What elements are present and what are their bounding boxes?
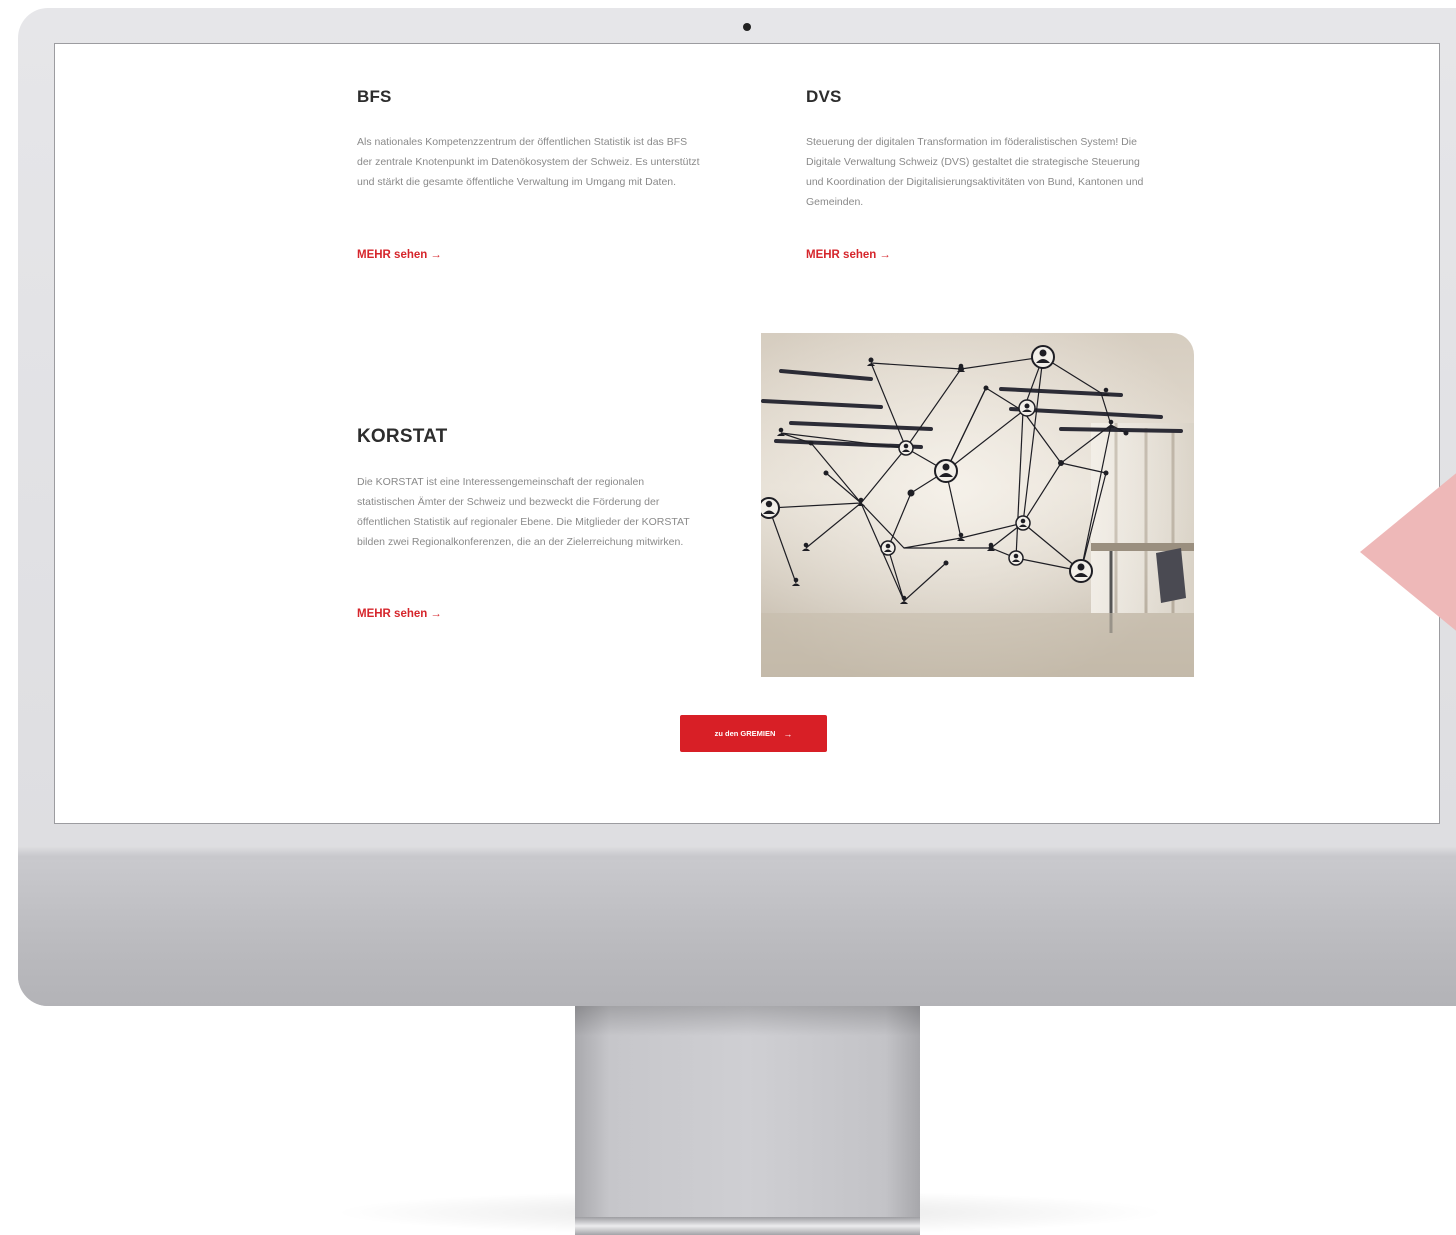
korstat-description: Die KORSTAT ist eine Interessengemeinsch… — [357, 476, 690, 548]
monitor-stand — [575, 1006, 920, 1235]
bfs-more-link[interactable]: MEHR sehen → — [357, 249, 442, 261]
bfs-more-label: MEHR sehen — [357, 249, 428, 261]
arrow-right-icon: → — [783, 728, 793, 739]
arrow-right-icon: → — [430, 249, 442, 261]
network-illustration — [761, 333, 1194, 677]
dvs-more-link[interactable]: MEHR sehen → — [806, 249, 891, 261]
monitor-chin — [18, 860, 1456, 1006]
korstat-more-link[interactable]: MEHR sehen → — [357, 608, 442, 620]
gremien-button[interactable]: zu den GREMIEN → — [680, 715, 827, 752]
arrow-right-icon: → — [879, 249, 891, 261]
stand-base — [575, 1217, 920, 1235]
bfs-title: BFS — [357, 87, 392, 106]
network-office-image — [761, 333, 1194, 677]
korstat-more-label: MEHR sehen — [357, 608, 428, 620]
monitor-frame: BFS Als nationales Kompetenzzentrum der … — [18, 8, 1456, 1006]
bfs-description: Als nationales Kompetenzzentrum der öffe… — [357, 136, 700, 188]
dvs-more-label: MEHR sehen — [806, 249, 877, 261]
stand-shadow — [575, 1006, 920, 1036]
camera-icon — [743, 23, 751, 31]
arrow-right-icon: → — [430, 608, 442, 620]
dvs-title: DVS — [806, 87, 842, 106]
decorative-triangle-icon — [1360, 470, 1456, 634]
screen: BFS Als nationales Kompetenzzentrum der … — [54, 43, 1440, 824]
dvs-description: Steuerung der digitalen Transformation i… — [806, 136, 1144, 208]
gremien-button-label: zu den GREMIEN — [714, 729, 776, 738]
korstat-title: KORSTAT — [357, 426, 448, 447]
